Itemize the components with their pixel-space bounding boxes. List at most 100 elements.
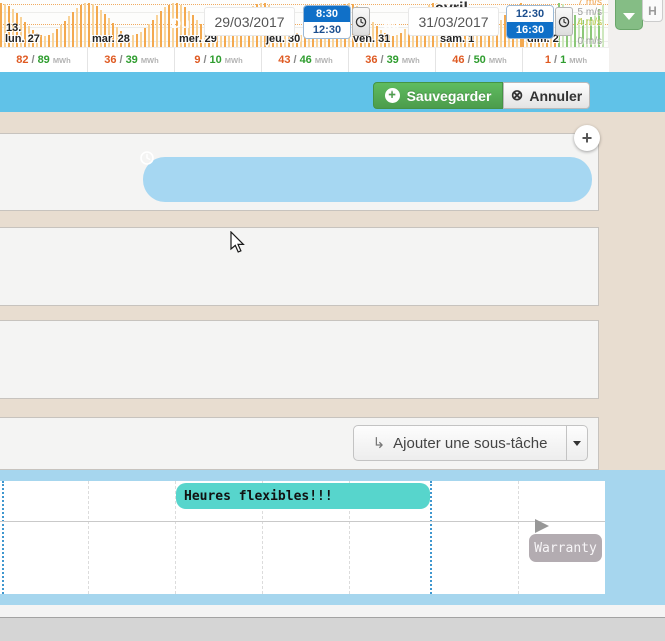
range-end-marker bbox=[430, 481, 432, 594]
chart-bar bbox=[602, 5, 604, 47]
date-from-label: Du bbox=[171, 0, 190, 45]
time-from-selected[interactable]: 8:30 bbox=[304, 6, 350, 22]
clock-icon bbox=[355, 16, 367, 28]
details-panel-1 bbox=[0, 227, 599, 306]
mwh-slash: / bbox=[468, 54, 471, 66]
add-subtask-dropdown-button[interactable] bbox=[567, 425, 588, 461]
chart-bar bbox=[300, 35, 302, 47]
date-range-pill bbox=[143, 157, 592, 202]
time-from-alt[interactable]: 12:30 bbox=[304, 22, 350, 38]
time-to-clock-button[interactable] bbox=[555, 7, 573, 36]
caret-down-icon bbox=[573, 441, 581, 446]
daily-total-cell[interactable]: 46/50MWh bbox=[435, 48, 523, 72]
time-to-alt[interactable]: 12:30 bbox=[507, 6, 553, 22]
chart-collapse-button[interactable] bbox=[615, 0, 643, 30]
chart-bar bbox=[144, 28, 146, 47]
mwh-total: 39 bbox=[387, 54, 399, 66]
range-start-marker bbox=[2, 481, 4, 594]
mwh-total: 89 bbox=[38, 54, 50, 66]
time-from-selector[interactable]: 8:30 12:30 bbox=[303, 5, 351, 39]
date-to-input[interactable]: 31/03/2017 bbox=[408, 7, 499, 36]
mwh-used: 9 bbox=[194, 54, 200, 66]
save-button[interactable]: + Sauvegarder bbox=[373, 82, 503, 109]
time-from-clock-button[interactable] bbox=[352, 7, 370, 36]
chart-bar bbox=[136, 34, 138, 47]
cancel-button-label: Annuler bbox=[529, 88, 582, 104]
wind-axis-label: 4 m/s bbox=[578, 17, 602, 28]
details-panel-2 bbox=[0, 320, 599, 399]
chevron-down-icon bbox=[623, 13, 635, 20]
chart-bar bbox=[574, 15, 576, 47]
chart-bar bbox=[76, 8, 78, 47]
chart-bar bbox=[52, 33, 54, 47]
wind-axis-label: 0 m/s bbox=[578, 36, 602, 47]
mwh-unit: MWh bbox=[225, 56, 243, 65]
hour-view-button[interactable]: H bbox=[642, 0, 663, 22]
chart-bar bbox=[480, 35, 482, 47]
mwh-unit: MWh bbox=[53, 56, 71, 65]
mwh-total: 46 bbox=[300, 54, 312, 66]
drag-pointer-icon bbox=[535, 519, 549, 533]
chart-bar bbox=[156, 15, 158, 47]
chart-bar bbox=[48, 35, 50, 47]
gantt-column-line bbox=[518, 481, 519, 594]
daily-total-cell[interactable]: 82/89MWh bbox=[0, 48, 87, 72]
day-label: mar. 28 bbox=[92, 33, 130, 45]
mwh-slash: / bbox=[381, 54, 384, 66]
mwh-used: 46 bbox=[452, 54, 464, 66]
gantt-grid[interactable]: Heures flexibles!!! Warranty bbox=[0, 481, 605, 594]
chart-bar bbox=[152, 20, 154, 47]
gantt-row-divider bbox=[0, 521, 605, 522]
chart-bar bbox=[140, 32, 142, 47]
daily-total-cell[interactable]: 36/39MWh bbox=[348, 48, 436, 72]
mwh-total: 10 bbox=[210, 54, 222, 66]
subtask-arrow-icon: ↳ bbox=[373, 434, 386, 452]
chart-bar bbox=[148, 24, 150, 47]
mwh-slash: / bbox=[32, 54, 35, 66]
daily-total-cell[interactable]: 43/46MWh bbox=[261, 48, 349, 72]
clock-icon bbox=[139, 150, 155, 166]
cancel-button[interactable]: ⊗ Annuler bbox=[503, 82, 590, 109]
chart-bar bbox=[68, 16, 70, 47]
mwh-unit: MWh bbox=[315, 56, 333, 65]
time-to-selected[interactable]: 16:30 bbox=[507, 22, 553, 38]
time-to-selector[interactable]: 12:30 16:30 bbox=[506, 5, 554, 39]
chart-bar bbox=[64, 21, 66, 47]
window-footer-area bbox=[0, 617, 665, 641]
add-subtask-button[interactable]: ↳ Ajouter une sous-tâche bbox=[353, 425, 567, 461]
mwh-total: 1 bbox=[560, 54, 566, 66]
planning-app-window: 13. avril lun. 27mar. 28mer. 29jeu. 30ve… bbox=[0, 0, 665, 641]
mwh-used: 36 bbox=[365, 54, 377, 66]
chart-bar bbox=[160, 11, 162, 47]
gantt-task-bar[interactable]: Heures flexibles!!! bbox=[176, 483, 430, 509]
mwh-used: 36 bbox=[104, 54, 116, 66]
add-period-button[interactable]: + bbox=[574, 125, 600, 151]
edit-toolbar: + Sauvegarder ⊗ Annuler bbox=[0, 72, 665, 112]
save-button-label: Sauvegarder bbox=[407, 88, 492, 104]
daily-total-cell[interactable]: 1/1MWh bbox=[522, 48, 609, 72]
mwh-slash: / bbox=[554, 54, 557, 66]
chart-bar bbox=[60, 25, 62, 47]
date-to-label: au bbox=[383, 0, 399, 45]
mwh-unit: MWh bbox=[489, 56, 507, 65]
bottom-spacer bbox=[0, 605, 665, 617]
mwh-used: 1 bbox=[545, 54, 551, 66]
save-plus-icon: + bbox=[385, 88, 400, 103]
mwh-total: 39 bbox=[126, 54, 138, 66]
daily-total-cell[interactable]: 36/39MWh bbox=[87, 48, 175, 72]
day-label: lun. 27 bbox=[5, 33, 40, 45]
date-from-input[interactable]: 29/03/2017 bbox=[204, 7, 295, 36]
chart-bar bbox=[164, 7, 166, 47]
daily-total-cell[interactable]: 9/10MWh bbox=[174, 48, 262, 72]
mwh-used: 43 bbox=[278, 54, 290, 66]
chart-bar bbox=[132, 35, 134, 47]
add-subtask-label: Ajouter une sous-tâche bbox=[393, 435, 547, 452]
chart-bar bbox=[220, 35, 222, 47]
chart-bar bbox=[84, 3, 86, 47]
daily-energy-totals-row: 82/89MWh36/39MWh9/10MWh43/46MWh36/39MWh4… bbox=[0, 47, 608, 72]
chart-bar bbox=[404, 29, 406, 47]
cancel-circle-icon: ⊗ bbox=[511, 88, 524, 103]
gantt-column-line bbox=[88, 481, 89, 594]
chart-bar bbox=[44, 36, 46, 47]
chart-bar bbox=[40, 35, 42, 47]
